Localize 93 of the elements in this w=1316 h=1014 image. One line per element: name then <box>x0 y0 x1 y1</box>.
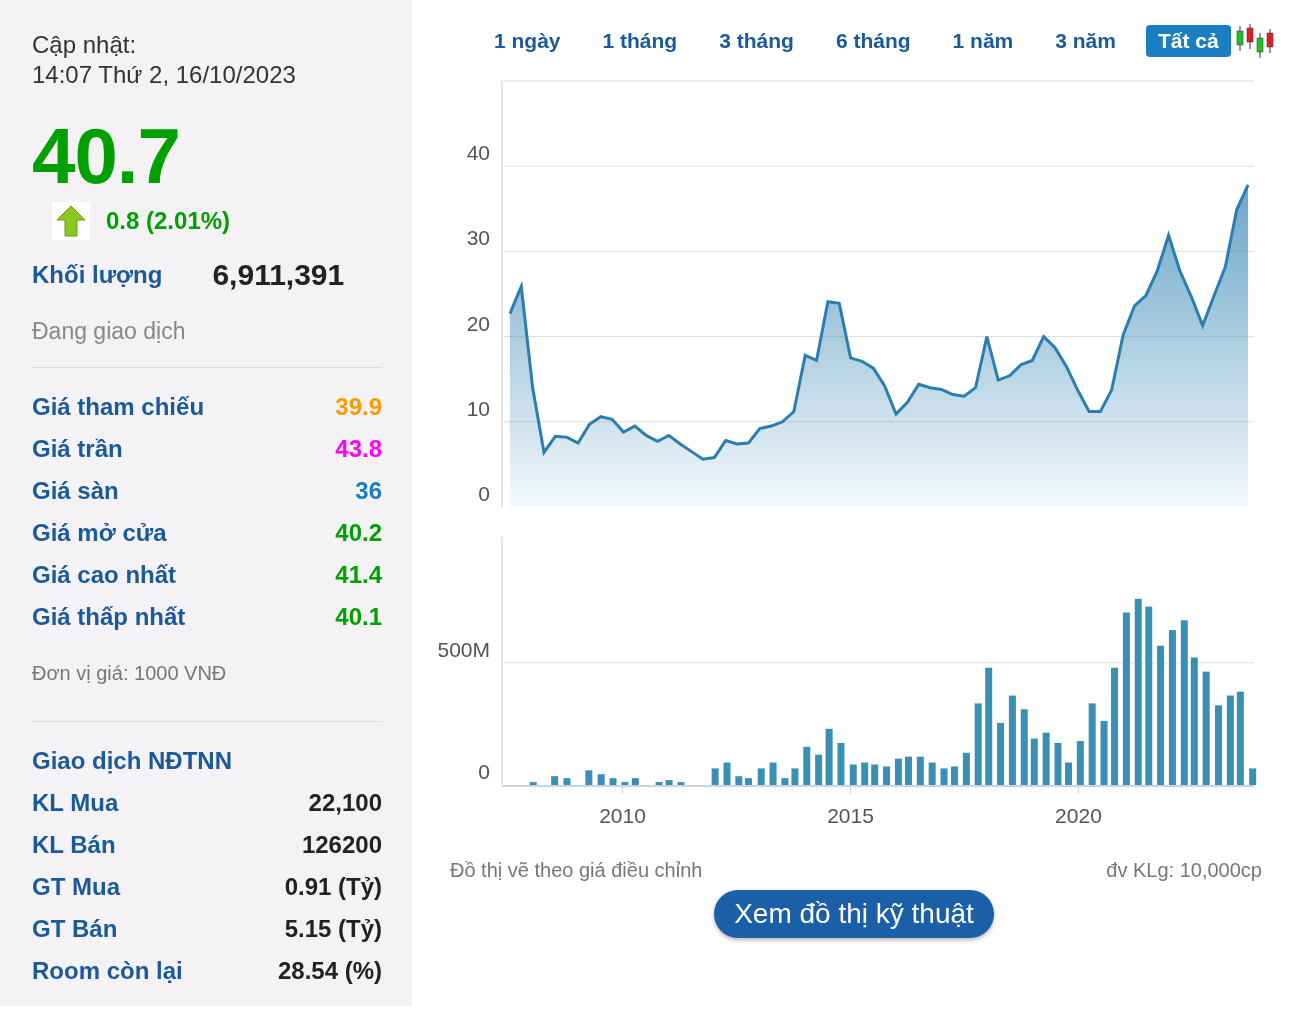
axis-label: 10 <box>466 396 490 420</box>
foreign-label: GT Mua <box>32 873 120 901</box>
volume-bar <box>597 774 605 785</box>
volume-bar <box>871 764 879 785</box>
volume-bar <box>803 746 811 785</box>
volume-bar <box>962 752 970 785</box>
price-change: 0.8 (2.01%) <box>106 207 231 235</box>
foreign-label: KL Bán <box>32 831 116 859</box>
volume-bar <box>791 768 799 785</box>
volume-bar <box>1030 738 1038 785</box>
volume-bar <box>723 762 731 785</box>
update-time: 14:07 Thứ 2, 16/10/2023 <box>32 60 297 90</box>
foreign-value: 0.91 (Tỷ) <box>284 873 382 901</box>
volume-unit-note: đv KLg: 10,000cp <box>1106 859 1262 882</box>
price-label: Giá thấp nhất <box>32 603 186 631</box>
volume-bar <box>815 754 823 785</box>
price-value: 43.8 <box>335 435 382 463</box>
range-tab[interactable]: 6 tháng <box>823 25 923 57</box>
trading-status: Đang giao dịch <box>32 318 187 345</box>
volume-bar <box>849 764 857 785</box>
volume-bar <box>1065 762 1072 785</box>
volume-bar <box>551 776 559 785</box>
axis-label: 2010 <box>599 804 646 827</box>
candlestick-icon[interactable] <box>1234 23 1275 59</box>
unit-note: Đơn vị giá: 1000 VNĐ <box>32 662 228 685</box>
volume-bar <box>563 778 571 785</box>
volume-bar <box>1042 732 1050 785</box>
range-tab[interactable]: 3 tháng <box>707 25 806 57</box>
volume-bar <box>916 756 924 785</box>
current-price: 40.7 <box>32 116 181 196</box>
price-label: Giá trần <box>32 435 123 463</box>
volume-bar <box>997 722 1005 785</box>
price-label: Giá tham chiếu <box>32 393 205 421</box>
volume-bar <box>1076 741 1084 785</box>
axis-label: 40 <box>466 141 490 165</box>
foreign-value: 5.15 (Tỷ) <box>284 915 382 943</box>
volume-bar <box>940 768 948 785</box>
axis-label: 0 <box>478 482 490 505</box>
volume-bar <box>951 766 958 785</box>
foreign-label: GT Bán <box>32 915 118 943</box>
price-value: 39.9 <box>335 393 382 421</box>
volume-bar <box>655 782 663 785</box>
volume-bar <box>928 762 936 785</box>
update-label: Cập nhật: <box>32 30 138 60</box>
volume-bar <box>585 770 593 785</box>
price-label: Giá sàn <box>32 477 119 505</box>
price-label: Giá cao nhất <box>32 561 177 589</box>
volume-bar <box>861 762 869 785</box>
volume-bar <box>883 766 891 785</box>
volume-bar <box>609 778 617 785</box>
volume-bar <box>825 728 833 785</box>
volume-bar <box>757 768 765 785</box>
axis-label: 30 <box>466 226 490 250</box>
volume-bar <box>1100 721 1108 785</box>
volume-bar <box>665 780 673 785</box>
range-tab[interactable]: Tất cả <box>1145 25 1231 57</box>
axis-label: 2020 <box>1055 804 1102 827</box>
axis-label: 2015 <box>827 804 874 827</box>
volume-bar <box>621 782 629 785</box>
volume-bar <box>529 782 537 785</box>
volume-bar <box>894 758 902 785</box>
volume-bar <box>769 762 777 785</box>
foreign-value: 22,100 <box>308 789 382 817</box>
price-value: 40.2 <box>335 519 382 547</box>
volume-bar <box>711 768 719 785</box>
axis-label: 0 <box>478 760 490 783</box>
volume-label: Khối lượng <box>32 261 163 289</box>
price-value: 40.1 <box>335 603 382 631</box>
volume-bar <box>781 778 789 785</box>
volume-value: 6,911,391 <box>212 258 345 292</box>
up-arrow-icon <box>56 205 86 237</box>
range-tab[interactable]: 1 tháng <box>590 25 690 57</box>
volume-bar <box>1054 742 1062 785</box>
price-value: 36 <box>355 477 382 505</box>
foreign-value: 28.54 (%) <box>277 957 382 985</box>
volume-bar <box>677 782 685 785</box>
price-value: 41.4 <box>335 561 382 589</box>
volume-bar <box>1249 768 1257 785</box>
price-label: Giá mở cửa <box>32 519 167 547</box>
foreign-label: KL Mua <box>32 789 119 817</box>
range-tab[interactable]: 1 năm <box>940 25 1026 57</box>
volume-bar <box>904 756 912 785</box>
technical-chart-button[interactable]: Xem đồ thị kỹ thuật <box>714 890 994 938</box>
range-tab[interactable]: 1 ngày <box>482 25 573 57</box>
chart-note: Đồ thị vẽ theo giá điều chỉnh <box>450 859 703 882</box>
foreign-value: 126200 <box>301 831 382 859</box>
axis-label: 500M <box>437 637 490 661</box>
axis-label: 20 <box>466 311 490 335</box>
volume-bar <box>837 742 845 785</box>
foreign-trading-title: Giao dịch NĐTNN <box>32 747 232 775</box>
foreign-label: Room còn lại <box>32 957 183 985</box>
range-tab[interactable]: 3 năm <box>1043 25 1128 57</box>
volume-bar <box>631 778 639 785</box>
